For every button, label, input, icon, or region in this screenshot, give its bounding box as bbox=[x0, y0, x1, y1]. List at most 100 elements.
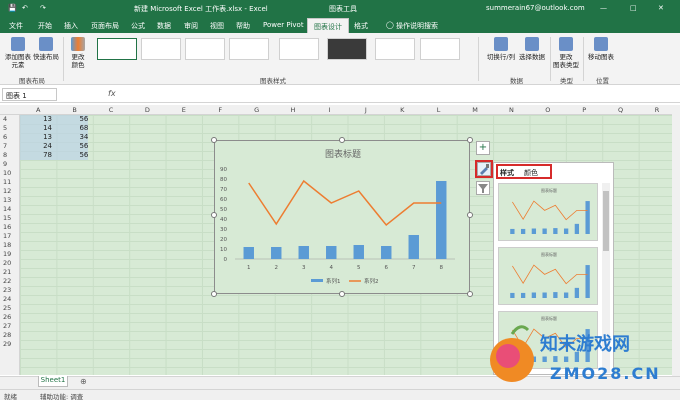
column-header[interactable]: O bbox=[530, 106, 566, 114]
change-chart-type-button[interactable]: 更改 图表类型 bbox=[552, 37, 580, 69]
tab-formulas[interactable]: 公式 bbox=[131, 21, 145, 31]
resize-handle[interactable] bbox=[339, 291, 345, 297]
chart-style-5[interactable] bbox=[279, 38, 319, 60]
row-header[interactable]: 13 bbox=[0, 196, 20, 204]
cell[interactable]: 78 bbox=[22, 151, 52, 159]
tab-file[interactable]: 文件 bbox=[9, 21, 23, 31]
switch-row-col-button[interactable]: 切换行/列 bbox=[484, 37, 518, 61]
tab-review[interactable]: 审阅 bbox=[184, 21, 198, 31]
resize-handle[interactable] bbox=[211, 212, 217, 218]
row-header[interactable]: 10 bbox=[0, 169, 20, 177]
row-header[interactable]: 28 bbox=[0, 331, 20, 339]
redo-icon[interactable]: ↷ bbox=[40, 4, 46, 12]
cell[interactable]: 68 bbox=[58, 124, 88, 132]
undo-icon[interactable]: ↶ bbox=[22, 4, 28, 12]
chart-elements-plus-button[interactable]: + bbox=[476, 141, 490, 155]
row-header[interactable]: 21 bbox=[0, 268, 20, 276]
row-header[interactable]: 11 bbox=[0, 178, 20, 186]
column-header[interactable]: P bbox=[566, 106, 602, 114]
add-chart-element-button[interactable]: 添加图表 元素 bbox=[4, 37, 32, 69]
column-header[interactable]: H bbox=[275, 106, 311, 114]
tab-power-pivot[interactable]: Power Pivot bbox=[263, 21, 304, 29]
tab-help[interactable]: 帮助 bbox=[236, 21, 250, 31]
cell[interactable]: 14 bbox=[22, 124, 52, 132]
chart-style-7[interactable] bbox=[375, 38, 415, 60]
column-header[interactable]: Q bbox=[602, 106, 638, 114]
row-header[interactable]: 17 bbox=[0, 232, 20, 240]
column-header[interactable]: M bbox=[457, 106, 493, 114]
cell[interactable]: 24 bbox=[22, 142, 52, 150]
column-header[interactable]: F bbox=[202, 106, 238, 114]
chart-style-8[interactable] bbox=[420, 38, 460, 60]
close-icon[interactable]: ✕ bbox=[658, 4, 664, 12]
tab-chart-design[interactable]: 图表设计 bbox=[307, 18, 349, 33]
row-header[interactable]: 18 bbox=[0, 241, 20, 249]
row-header[interactable]: 27 bbox=[0, 322, 20, 330]
save-icon[interactable]: 💾 bbox=[8, 4, 17, 12]
minimize-icon[interactable]: — bbox=[600, 4, 607, 12]
resize-handle[interactable] bbox=[467, 291, 473, 297]
column-header[interactable]: L bbox=[420, 106, 456, 114]
column-header[interactable]: R bbox=[639, 106, 675, 114]
scroll-thumb[interactable] bbox=[603, 191, 609, 251]
tab-format[interactable]: 格式 bbox=[354, 21, 368, 31]
row-header[interactable]: 9 bbox=[0, 160, 20, 168]
chart-filter-button[interactable] bbox=[476, 181, 490, 195]
cell[interactable]: 34 bbox=[58, 133, 88, 141]
row-header[interactable]: 26 bbox=[0, 313, 20, 321]
row-header[interactable]: 4 bbox=[0, 115, 20, 123]
row-header[interactable]: 14 bbox=[0, 205, 20, 213]
chart-style-2[interactable] bbox=[141, 38, 181, 60]
tab-page-layout[interactable]: 页面布局 bbox=[91, 21, 119, 31]
cell[interactable]: 13 bbox=[22, 133, 52, 141]
move-chart-button[interactable]: 移动图表 bbox=[586, 37, 616, 61]
tell-me-search[interactable]: 操作说明搜索 bbox=[396, 21, 438, 31]
account-email[interactable]: summerain67@outlook.com bbox=[486, 4, 585, 12]
tab-view[interactable]: 视图 bbox=[210, 21, 224, 31]
column-header[interactable]: K bbox=[384, 106, 420, 114]
panel-style-thumb[interactable]: 图表标题 bbox=[498, 183, 598, 241]
row-header[interactable]: 5 bbox=[0, 124, 20, 132]
row-header[interactable]: 20 bbox=[0, 259, 20, 267]
resize-handle[interactable] bbox=[467, 212, 473, 218]
maximize-icon[interactable]: □ bbox=[630, 4, 637, 12]
row-header[interactable]: 12 bbox=[0, 187, 20, 195]
row-header[interactable]: 25 bbox=[0, 304, 20, 312]
column-header[interactable]: A bbox=[20, 106, 56, 114]
chart[interactable]: 图表标题 0 10 20 30 40 50 60 70 80 90 1 2 3 4 5 6 7 8 系列1 系列2 bbox=[214, 140, 470, 294]
cell[interactable]: 56 bbox=[58, 151, 88, 159]
select-data-button[interactable]: 选择数据 bbox=[518, 37, 546, 61]
row-header[interactable]: 7 bbox=[0, 142, 20, 150]
column-header[interactable]: J bbox=[348, 106, 384, 114]
tab-home[interactable]: 开始 bbox=[38, 21, 52, 31]
column-header[interactable]: B bbox=[56, 106, 92, 114]
cell[interactable]: 56 bbox=[58, 142, 88, 150]
resize-handle[interactable] bbox=[339, 137, 345, 143]
panel-style-thumb[interactable]: 图表标题 bbox=[498, 247, 598, 305]
row-header[interactable]: 19 bbox=[0, 250, 20, 258]
column-header[interactable]: N bbox=[493, 106, 529, 114]
change-colors-button[interactable]: 更改 颜色 bbox=[66, 37, 90, 69]
row-header[interactable]: 15 bbox=[0, 214, 20, 222]
column-header[interactable]: C bbox=[93, 106, 129, 114]
row-header[interactable]: 29 bbox=[0, 340, 20, 348]
cell[interactable]: 13 bbox=[22, 115, 52, 123]
row-header[interactable]: 6 bbox=[0, 133, 20, 141]
fx-button[interactable]: fx bbox=[108, 89, 116, 98]
column-header[interactable]: D bbox=[129, 106, 165, 114]
row-header[interactable]: 23 bbox=[0, 286, 20, 294]
row-header[interactable]: 22 bbox=[0, 277, 20, 285]
column-header[interactable]: G bbox=[238, 106, 274, 114]
chart-style-3[interactable] bbox=[185, 38, 225, 60]
chart-style-4[interactable] bbox=[229, 38, 269, 60]
resize-handle[interactable] bbox=[211, 137, 217, 143]
quick-layout-button[interactable]: 快速布局 bbox=[33, 37, 59, 61]
sheet-tab[interactable]: Sheet1 bbox=[38, 376, 68, 387]
resize-handle[interactable] bbox=[467, 137, 473, 143]
column-header[interactable]: I bbox=[311, 106, 347, 114]
row-header[interactable]: 24 bbox=[0, 295, 20, 303]
name-box[interactable]: 图表 1 bbox=[2, 88, 57, 101]
add-sheet-icon[interactable]: ⊕ bbox=[80, 377, 87, 386]
resize-handle[interactable] bbox=[211, 291, 217, 297]
chart-style-1[interactable] bbox=[97, 38, 137, 60]
